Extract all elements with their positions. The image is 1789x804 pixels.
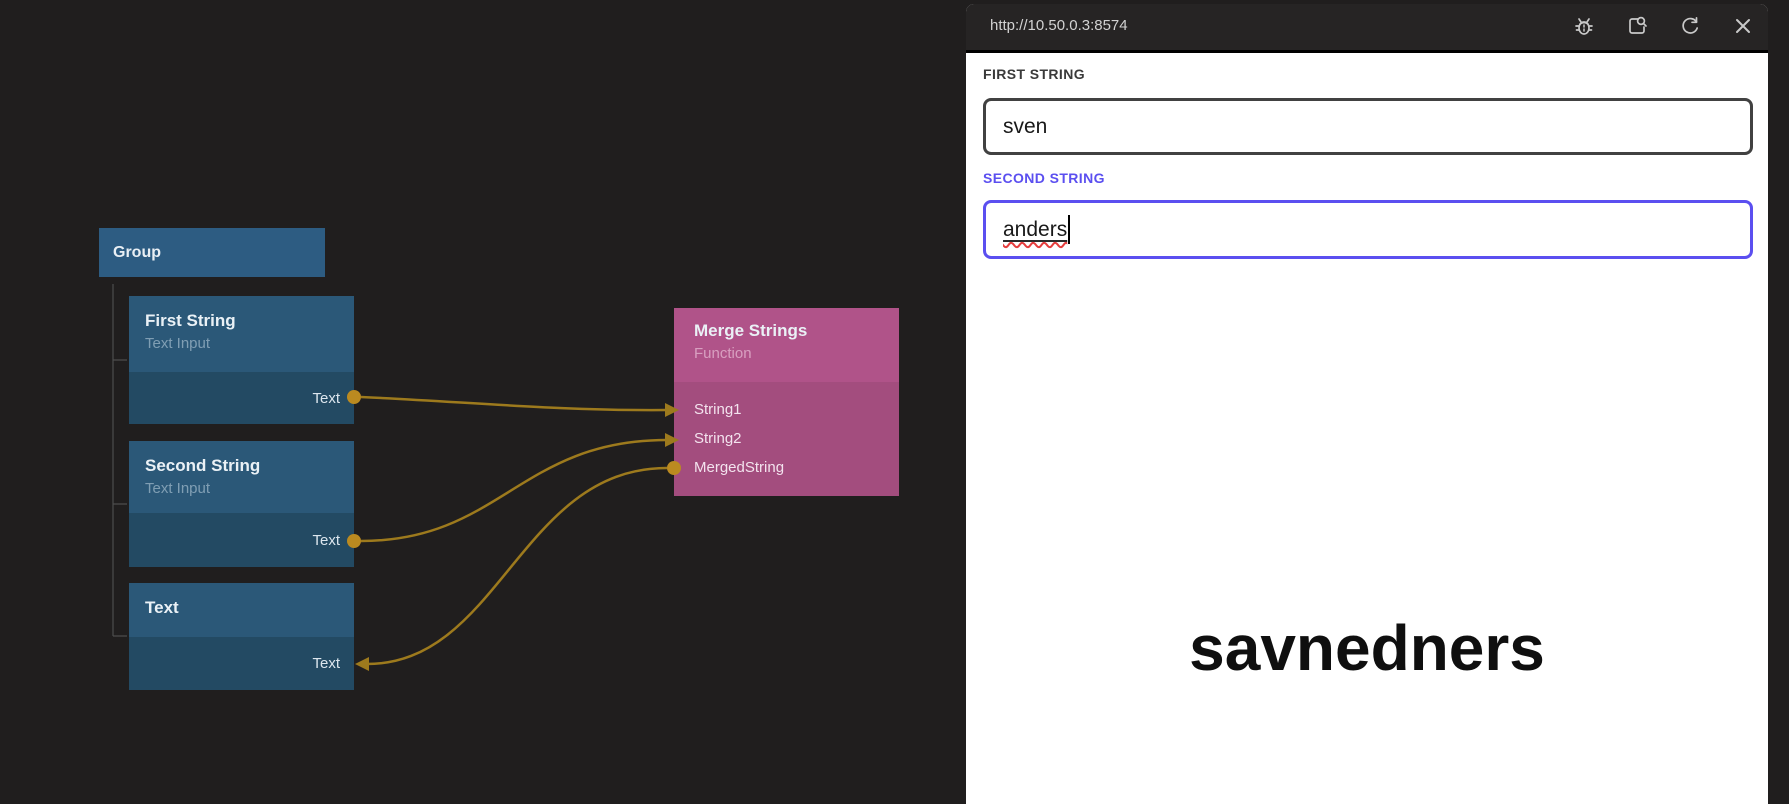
- open-on-device-icon[interactable]: [1625, 14, 1649, 38]
- first-string-value: sven: [1003, 115, 1047, 139]
- node-title: Second String: [145, 454, 338, 478]
- close-icon[interactable]: [1731, 14, 1755, 38]
- second-string-value: anders: [1003, 218, 1067, 242]
- preview-window: http://10.50.0.3:8574: [966, 4, 1768, 804]
- first-string-input[interactable]: sven: [983, 98, 1753, 155]
- debug-icon[interactable]: [1572, 14, 1596, 38]
- node-header: Text: [129, 583, 354, 637]
- output-port-label: Text: [312, 390, 340, 407]
- first-string-label: FIRST STRING: [983, 66, 1085, 82]
- node-group[interactable]: Group: [99, 228, 325, 277]
- node-port-row[interactable]: Text: [129, 513, 354, 567]
- wire-second-to-string2: [361, 440, 667, 541]
- group-node-title: Group: [113, 244, 161, 262]
- preview-titlebar: http://10.50.0.3:8574: [966, 4, 1768, 53]
- node-port-row[interactable]: Text: [129, 372, 354, 424]
- node-merge-strings[interactable]: Merge Strings Function String1 String2 M…: [674, 308, 899, 496]
- url-text[interactable]: http://10.50.0.3:8574: [990, 17, 1572, 34]
- node-first-string[interactable]: First String Text Input Text: [129, 296, 354, 424]
- node-header: Merge Strings Function: [674, 308, 899, 382]
- group-tree-connector: [113, 284, 127, 636]
- refresh-icon[interactable]: [1678, 14, 1702, 38]
- node-title: Text: [145, 596, 338, 620]
- input-port-string2[interactable]: String2: [694, 424, 899, 453]
- node-subtitle: Function: [694, 343, 879, 365]
- second-string-input[interactable]: anders: [983, 200, 1753, 259]
- output-port-label: Text: [312, 532, 340, 549]
- input-port-string1[interactable]: String1: [694, 395, 899, 424]
- node-port-list: String1 String2 MergedString: [674, 382, 899, 496]
- node-second-string[interactable]: Second String Text Input Text: [129, 441, 354, 567]
- output-port-mergedstring[interactable]: MergedString: [694, 453, 899, 482]
- arrowhead-text-input: [355, 657, 369, 671]
- node-text[interactable]: Text Text: [129, 583, 354, 690]
- node-header: Second String Text Input: [129, 441, 354, 513]
- node-port-row[interactable]: Text: [129, 637, 354, 690]
- second-string-label: SECOND STRING: [983, 170, 1105, 186]
- input-port-label: Text: [312, 655, 340, 672]
- wire-first-to-string1: [361, 397, 667, 410]
- text-caret: [1068, 215, 1070, 244]
- node-subtitle: Text Input: [145, 333, 338, 355]
- node-subtitle: Text Input: [145, 478, 338, 500]
- node-header: First String Text Input: [129, 296, 354, 372]
- node-title: First String: [145, 309, 338, 333]
- merged-result-text: savnedners: [966, 608, 1768, 688]
- wire-merged-to-text: [367, 468, 667, 664]
- node-title: Merge Strings: [694, 319, 879, 343]
- titlebar-icons: [1572, 14, 1755, 38]
